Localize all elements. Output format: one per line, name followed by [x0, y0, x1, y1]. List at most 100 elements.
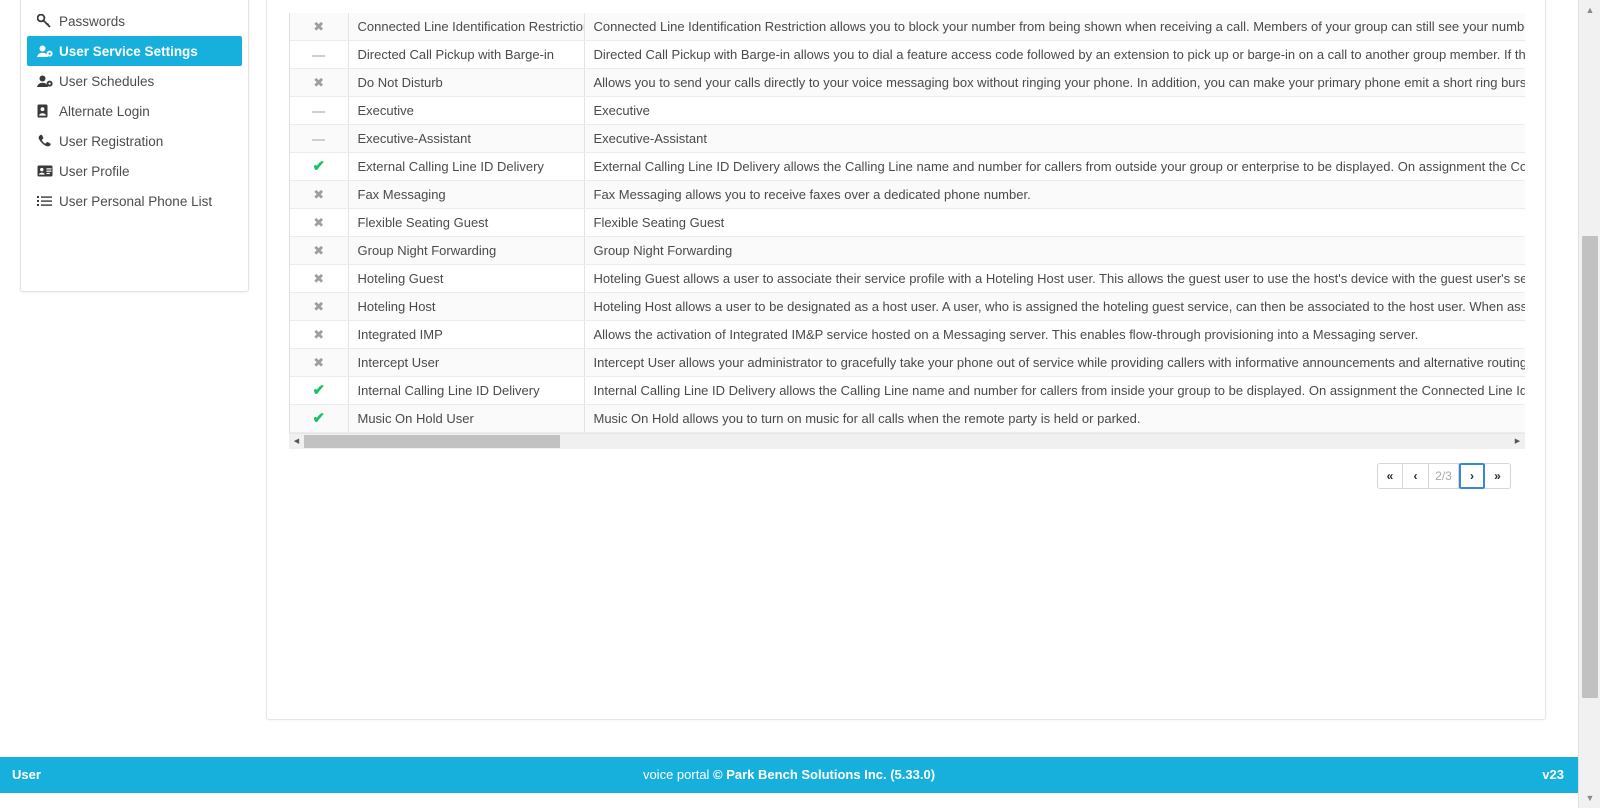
enabled-check-icon: ✔: [312, 410, 326, 427]
enabled-check-icon: ✔: [312, 158, 326, 175]
sidebar-nav: User Announcements Meet-Me Conferencing …: [20, 0, 249, 292]
sidebar-item-user-schedules[interactable]: User Schedules: [27, 66, 242, 96]
scroll-right-arrow-icon[interactable]: ▶: [1510, 433, 1525, 449]
row-status-cell[interactable]: [290, 40, 349, 69]
row-service-name: Flexible Seating Guest: [348, 208, 585, 237]
sidebar-item-label: User Registration: [59, 133, 164, 149]
row-status-cell[interactable]: [290, 96, 349, 125]
page-scroll-thumb[interactable]: [1582, 236, 1598, 698]
row-service-name: Directed Call Pickup with Barge-in: [348, 40, 585, 69]
row-status-cell[interactable]: ✔: [290, 376, 349, 405]
unavailable-dash-icon: [312, 138, 326, 141]
disabled-cross-icon: ✖: [313, 271, 325, 286]
id-badge-icon: [37, 104, 59, 118]
pagination: « ‹ 2/3 › »: [1377, 463, 1511, 489]
user-gear-icon: [37, 75, 59, 88]
page-vertical-scrollbar[interactable]: ▲ ▼: [1578, 0, 1600, 808]
row-service-name: Executive: [348, 96, 585, 125]
sidebar-item-label: User Service Settings: [59, 43, 198, 59]
phone-icon: [37, 134, 59, 148]
row-status-cell[interactable]: ✖: [290, 292, 349, 321]
services-table-viewport: ✖ Connected Line Identification Restricti…: [289, 13, 1525, 433]
row-status-cell[interactable]: ✔: [290, 404, 349, 433]
user-gear-icon: [37, 45, 59, 58]
pagination-next-button[interactable]: ›: [1459, 463, 1485, 489]
row-service-name: Fax Messaging: [348, 180, 585, 209]
row-status-cell[interactable]: ✔: [290, 152, 349, 181]
row-status-cell[interactable]: ✖: [290, 236, 349, 265]
row-status-cell[interactable]: ✖: [290, 180, 349, 209]
sidebar-item-label: User Personal Phone List: [59, 193, 213, 209]
sidebar-item-label: User Profile: [59, 163, 130, 179]
row-service-description: Connected Line Identification Restrictio…: [584, 13, 1525, 41]
sidebar-item-passwords[interactable]: Passwords: [27, 6, 242, 36]
unavailable-dash-icon: [312, 54, 326, 57]
table-row[interactable]: Executive-Assistant Executive-Assistant: [290, 124, 1525, 153]
table-row[interactable]: ✖ Hoteling Host Hoteling Host allows a use…: [290, 292, 1525, 321]
row-service-description: Flexible Seating Guest: [584, 208, 1525, 237]
row-service-description: Group Night Forwarding: [584, 236, 1525, 265]
footer-copyright-bold: © Park Bench Solutions Inc. (5.33.0): [713, 767, 936, 782]
table-row[interactable]: ✖ Integrated IMP Allows the activation of …: [290, 320, 1525, 349]
scroll-up-arrow-icon[interactable]: ▲: [1579, 0, 1600, 20]
table-row[interactable]: ✔ Music On Hold User Music On Hold allows …: [290, 404, 1525, 433]
pagination-prev-button[interactable]: ‹: [1403, 463, 1429, 489]
table-row[interactable]: ✔ External Calling Line ID Delivery Extern…: [290, 152, 1525, 181]
row-status-cell[interactable]: ✖: [290, 208, 349, 237]
table-row[interactable]: ✖ Fax Messaging Fax Messaging allows you t…: [290, 180, 1525, 209]
disabled-cross-icon: ✖: [313, 215, 325, 230]
row-status-cell[interactable]: [290, 124, 349, 153]
table-row[interactable]: ✖ Intercept User Intercept User allows you…: [290, 348, 1525, 377]
hscroll-thumb[interactable]: [304, 434, 560, 448]
sidebar-item-label: User Schedules: [59, 73, 155, 89]
sidebar-item-alternate-login[interactable]: Alternate Login: [27, 96, 242, 126]
table-row[interactable]: ✖ Do Not Disturb Allows you to send your c…: [290, 68, 1525, 97]
footer-version-label: v23: [1542, 767, 1564, 782]
hscroll-track[interactable]: [304, 433, 1510, 449]
disabled-cross-icon: ✖: [313, 187, 325, 202]
unavailable-dash-icon: [312, 110, 326, 113]
table-row[interactable]: Directed Call Pickup with Barge-in Direct…: [290, 40, 1525, 69]
table-horizontal-scrollbar[interactable]: ◀ ▶: [289, 433, 1525, 449]
row-service-name: Music On Hold User: [348, 404, 585, 433]
row-status-cell[interactable]: ✖: [290, 320, 349, 349]
row-service-name: Connected Line Identification Restrictio…: [348, 13, 585, 41]
row-service-description: Executive: [584, 96, 1525, 125]
row-service-name: Intercept User: [348, 348, 585, 377]
row-service-description: Internal Calling Line ID Delivery allows…: [584, 376, 1525, 405]
row-status-cell[interactable]: ✖: [290, 68, 349, 97]
page-root: User Announcements Meet-Me Conferencing …: [0, 0, 1600, 808]
pagination-last-button[interactable]: »: [1485, 463, 1511, 489]
disabled-cross-icon: ✖: [313, 299, 325, 314]
row-service-description: Hoteling Guest allows a user to associat…: [584, 264, 1525, 293]
sidebar-item-user-profile[interactable]: User Profile: [27, 156, 242, 186]
contact-card-icon: [37, 165, 59, 177]
sidebar-item-user-registration[interactable]: User Registration: [27, 126, 242, 156]
disabled-cross-icon: ✖: [313, 243, 325, 258]
row-service-name: Executive-Assistant: [348, 124, 585, 153]
sidebar-item-user-personal-phone-list[interactable]: User Personal Phone List: [27, 186, 242, 216]
services-table-body: ✖ Connected Line Identification Restricti…: [290, 13, 1525, 433]
table-row[interactable]: ✖ Hoteling Guest Hoteling Guest allows a u…: [290, 264, 1525, 293]
row-status-cell[interactable]: ✖: [290, 348, 349, 377]
enabled-check-icon: ✔: [312, 382, 326, 399]
scroll-down-arrow-icon[interactable]: ▼: [1579, 788, 1600, 808]
pagination-page-indicator: 2/3: [1429, 463, 1459, 489]
row-status-cell[interactable]: ✖: [290, 13, 349, 41]
row-status-cell[interactable]: ✖: [290, 264, 349, 293]
pagination-first-button[interactable]: «: [1377, 463, 1403, 489]
row-service-name: Hoteling Guest: [348, 264, 585, 293]
table-row[interactable]: Executive Executive: [290, 96, 1525, 125]
row-service-name: Group Night Forwarding: [348, 236, 585, 265]
sidebar-item-user-service-settings[interactable]: User Service Settings: [27, 36, 242, 66]
table-row[interactable]: ✖ Connected Line Identification Restricti…: [290, 13, 1525, 41]
row-service-description: Hoteling Host allows a user to be design…: [584, 292, 1525, 321]
footer-copyright-prefix: voice portal: [642, 767, 714, 782]
table-row[interactable]: ✖ Group Night Forwarding Group Night Forwa…: [290, 236, 1525, 265]
row-service-description: Intercept User allows your administrator…: [584, 348, 1525, 377]
table-row[interactable]: ✔ Internal Calling Line ID Delivery Intern…: [290, 376, 1525, 405]
row-service-name: External Calling Line ID Delivery: [348, 152, 585, 181]
table-row[interactable]: ✖ Flexible Seating Guest Flexible Seating …: [290, 208, 1525, 237]
scroll-left-arrow-icon[interactable]: ◀: [289, 433, 304, 449]
row-service-description: Directed Call Pickup with Barge-in allow…: [584, 40, 1525, 69]
